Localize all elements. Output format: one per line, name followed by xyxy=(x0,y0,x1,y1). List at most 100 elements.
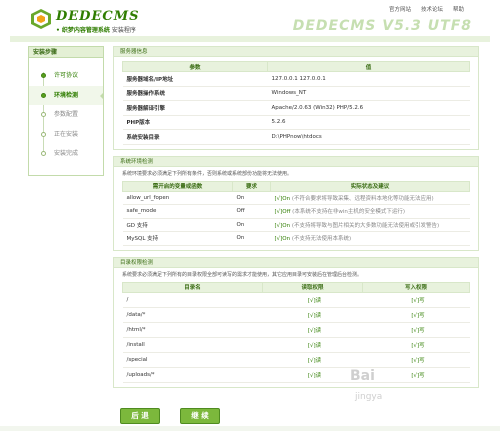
table-row: /data/* [√]读 [√]写 xyxy=(122,307,470,323)
step-config: 参数配置 xyxy=(29,105,103,125)
link-help[interactable]: 帮助 xyxy=(453,5,464,13)
header-divider xyxy=(10,36,490,42)
read-status: [√]读 xyxy=(262,307,363,323)
column-header: 读取权限 xyxy=(262,281,363,293)
param-name: 服务器域名/IP地址 xyxy=(122,71,268,87)
steps-title: 安装步骤 xyxy=(29,47,103,58)
env-required: On xyxy=(232,218,271,232)
section-note: 系统要求必须满足下列所有的目录权限全部可读写的需求才能使用，其它应用目录可安装后… xyxy=(122,271,363,278)
table-row: PHP版本 5.2.6 xyxy=(122,115,470,130)
env-status: [√]On (不支持将导致与图片相关的大多数功能无法使用或引发警告) xyxy=(270,218,470,232)
footer-bar xyxy=(0,426,500,431)
table-row: /html/* [√]读 [√]写 xyxy=(122,322,470,338)
table-row: MySQL 支持 On [√]On (不支持无法使用本系统) xyxy=(122,231,470,246)
section-note: 系统环境要求必须满足下列所有条件，否则系统或系统部份功能将无法使用。 xyxy=(122,170,293,177)
tagline-product: • 织梦内容管理系统 xyxy=(56,27,110,34)
read-status: [√]读 xyxy=(262,292,363,308)
env-item: GD 支持 xyxy=(122,218,233,232)
step-label: 参数配置 xyxy=(54,111,79,118)
dir-permission-table: 目录名 读取权限 写入权限 / [√]读 [√]写 /data/* [√]读 [√]写 … xyxy=(122,281,470,383)
top-links: 官方网站 技术论坛 帮助 xyxy=(389,5,464,13)
watermark-logo: Bai xyxy=(350,368,375,384)
column-header: 目录名 xyxy=(122,281,263,293)
section-title: 系统环境检测 xyxy=(114,156,478,167)
column-header: 要求 xyxy=(232,180,271,192)
env-required: On xyxy=(232,191,271,205)
write-status: [√]写 xyxy=(362,367,470,383)
table-row: / [√]读 [√]写 xyxy=(122,292,470,308)
read-status: [√]读 xyxy=(262,322,363,338)
step-dot-icon xyxy=(41,92,46,98)
step-label: 环境检测 xyxy=(54,91,79,99)
dir-path: /html/* xyxy=(122,322,263,338)
read-status: [√]读 xyxy=(262,337,363,353)
step-label: 安装完成 xyxy=(54,150,79,157)
step-license: 许可协议 xyxy=(29,66,103,86)
status-ok: [√]Off xyxy=(274,209,291,216)
read-status: [√]读 xyxy=(262,352,363,368)
section-title: 目录权限检测 xyxy=(114,257,478,268)
table-header-row: 参数 值 xyxy=(122,61,470,72)
column-header: 需开启的变量或函数 xyxy=(122,180,233,192)
step-dot-icon xyxy=(41,131,46,137)
watermark-text: jingya xyxy=(355,392,383,402)
dir-path: /uploads/* xyxy=(122,367,263,383)
server-info-section: 服务器信息 参数 值 服务器域名/IP地址 127.0.0.1 127.0.0.1… xyxy=(113,46,479,150)
step-env-check: 环境检测 xyxy=(29,85,104,105)
column-header: 参数 xyxy=(122,61,268,72)
step-dot-icon xyxy=(41,112,46,117)
param-value: D:\PHPnow\htdocs xyxy=(267,129,470,145)
env-item: safe_mode xyxy=(122,204,233,219)
step-dot-icon xyxy=(41,73,46,78)
write-status: [√]写 xyxy=(362,307,470,323)
write-status: [√]写 xyxy=(362,352,470,368)
read-status: [√]读 xyxy=(262,367,363,383)
param-value: Apache/2.0.63 (Win32) PHP/5.2.6 xyxy=(267,100,470,116)
status-advice: (不支持将导致与图片相关的大多数功能无法使用或引发警告) xyxy=(290,222,440,229)
table-row: safe_mode Off [√]Off (本系统不支持在非win主机的安全模式下运… xyxy=(122,204,470,219)
dir-path: / xyxy=(122,292,263,308)
param-value: Windows_NT xyxy=(267,86,470,101)
env-item: allow_url_fopen xyxy=(122,191,233,205)
env-status: [√]On (不支持无法使用本系统) xyxy=(270,231,470,246)
status-ok: [√]On xyxy=(274,236,291,243)
continue-button[interactable]: 继 续 xyxy=(180,408,220,424)
table-row: 服务器解译引擎 Apache/2.0.63 (Win32) PHP/5.2.6 xyxy=(122,100,470,116)
server-info-table: 参数 值 服务器域名/IP地址 127.0.0.1 127.0.0.1 服务器操作… xyxy=(122,61,470,145)
table-row: /uploads/* [√]读 [√]写 xyxy=(122,367,470,383)
step-complete: 安装完成 xyxy=(29,144,103,164)
write-status: [√]写 xyxy=(362,292,470,308)
step-label: 许可协议 xyxy=(54,72,79,79)
installer-page: DEDECMS • 织梦内容管理系统 安装程序 官方网站 技术论坛 帮助 DED… xyxy=(0,0,500,431)
write-status: [√]写 xyxy=(362,337,470,353)
env-required: On xyxy=(232,231,271,246)
tagline-suffix: 安装程序 xyxy=(109,27,136,34)
table-row: GD 支持 On [√]On (不支持将导致与图片相关的大多数功能无法使用或引发警告… xyxy=(122,218,470,232)
status-ok: [√]On xyxy=(274,222,291,229)
status-advice: (不符合要求将导致采集、远程资料本地化等功能无法应用) xyxy=(290,195,434,202)
brand-tagline: • 织梦内容管理系统 安装程序 xyxy=(56,25,136,34)
step-dot-icon xyxy=(41,151,46,156)
env-required: Off xyxy=(232,204,271,219)
status-advice: (本系统不支持在非win主机的安全模式下运行) xyxy=(290,209,405,216)
dir-path: /install xyxy=(122,337,263,353)
param-value: 5.2.6 xyxy=(267,115,470,130)
table-row: /install [√]读 [√]写 xyxy=(122,337,470,353)
param-name: PHP版本 xyxy=(122,115,268,130)
link-forum[interactable]: 技术论坛 xyxy=(421,5,443,13)
table-row: allow_url_fopen On [√]On (不符合要求将导致采集、远程资料本… xyxy=(122,191,470,205)
column-header: 写入权限 xyxy=(362,281,470,293)
env-check-section: 系统环境检测 系统环境要求必须满足下列所有条件，否则系统或系统部份功能将无法使用… xyxy=(113,155,479,251)
brand-name: DEDECMS xyxy=(56,9,140,24)
version-label: DEDECMS V5.3 UTF8 xyxy=(292,18,472,34)
dir-path: /data/* xyxy=(122,307,263,323)
link-official-site[interactable]: 官方网站 xyxy=(389,5,411,13)
back-button[interactable]: 后 退 xyxy=(120,408,160,424)
table-row: /special [√]读 [√]写 xyxy=(122,352,470,368)
table-row: 服务器域名/IP地址 127.0.0.1 127.0.0.1 xyxy=(122,71,470,87)
table-row: 系统安装目录 D:\PHPnow\htdocs xyxy=(122,129,470,145)
steps-list: 许可协议 环境检测 参数配置 正在安装 安装完成 xyxy=(29,58,104,164)
env-check-table: 需开启的变量或函数 要求 实际状态及建议 allow_url_fopen On [√… xyxy=(122,180,470,246)
param-value: 127.0.0.1 127.0.0.1 xyxy=(267,71,470,87)
param-name: 系统安装目录 xyxy=(122,129,268,145)
